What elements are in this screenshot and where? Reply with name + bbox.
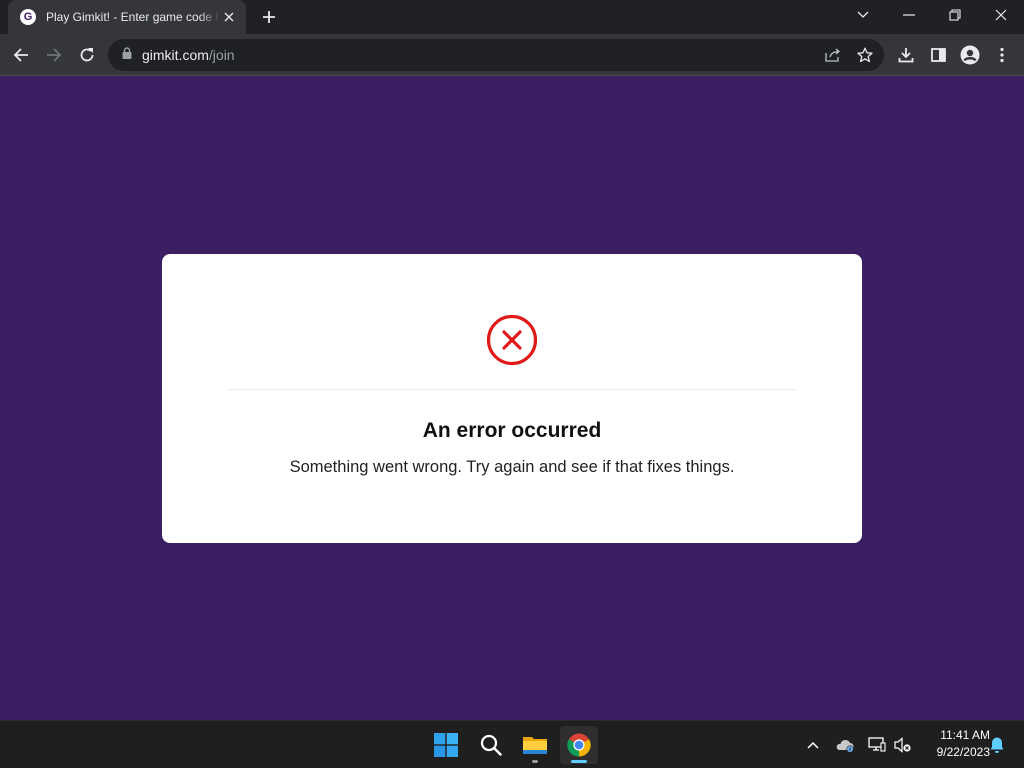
taskbar-search-button[interactable] bbox=[472, 726, 510, 764]
reload-button[interactable] bbox=[74, 42, 100, 68]
chrome-taskbar-button[interactable] bbox=[560, 726, 598, 764]
more-menu-icon[interactable] bbox=[989, 42, 1015, 68]
download-icon[interactable] bbox=[893, 42, 919, 68]
start-button[interactable] bbox=[427, 726, 465, 764]
side-panel-icon[interactable] bbox=[925, 42, 951, 68]
bookmark-star-icon[interactable] bbox=[852, 42, 878, 68]
show-hidden-icons-chevron-icon[interactable] bbox=[802, 734, 824, 756]
card-divider bbox=[228, 389, 796, 390]
search-icon bbox=[480, 734, 502, 756]
url-path: /join bbox=[208, 47, 235, 63]
back-button[interactable] bbox=[8, 42, 34, 68]
tab-close-icon[interactable] bbox=[220, 8, 238, 26]
lock-icon[interactable] bbox=[122, 46, 132, 64]
onedrive-cloud-icon[interactable] bbox=[834, 734, 856, 756]
share-icon[interactable] bbox=[820, 42, 846, 68]
url-host: gimkit.com bbox=[142, 47, 209, 63]
error-card: An error occurred Something went wrong. … bbox=[162, 254, 862, 543]
file-explorer-icon bbox=[523, 737, 547, 754]
browser-tab[interactable]: G Play Gimkit! - Enter game code here bbox=[8, 0, 246, 34]
notification-bell-icon[interactable] bbox=[986, 734, 1008, 756]
gimkit-favicon-icon: G bbox=[20, 9, 36, 25]
file-explorer-running-indicator bbox=[532, 760, 538, 763]
error-message: Something went wrong. Try again and see … bbox=[289, 458, 735, 476]
minimize-button[interactable] bbox=[886, 0, 932, 30]
system-clock[interactable]: 11:41 AM 9/22/2023 bbox=[918, 727, 990, 761]
volume-muted-icon[interactable] bbox=[892, 734, 914, 756]
error-x-circle-icon bbox=[486, 314, 538, 366]
file-explorer-button[interactable] bbox=[516, 726, 554, 764]
chrome-icon bbox=[567, 733, 591, 757]
close-window-button[interactable] bbox=[978, 0, 1024, 30]
clock-date: 9/22/2023 bbox=[936, 745, 990, 759]
address-bar[interactable]: gimkit.com/join bbox=[108, 39, 884, 71]
restore-button[interactable] bbox=[932, 0, 978, 30]
tab-title: Play Gimkit! - Enter game code here bbox=[46, 10, 221, 24]
windows-start-icon bbox=[434, 733, 458, 757]
windows-taskbar: 11:41 AM 9/22/2023 bbox=[0, 720, 1024, 768]
profile-avatar-icon[interactable] bbox=[957, 42, 983, 68]
forward-button[interactable] bbox=[41, 42, 67, 68]
error-title: An error occurred bbox=[422, 419, 602, 442]
chrome-active-indicator bbox=[571, 760, 587, 763]
clock-time: 11:41 AM bbox=[940, 728, 990, 742]
page-background: An error occurred Something went wrong. … bbox=[0, 77, 1024, 720]
network-icon[interactable] bbox=[866, 734, 888, 756]
new-tab-button[interactable] bbox=[258, 6, 280, 28]
browser-titlebar: G Play Gimkit! - Enter game code here bbox=[0, 0, 1024, 34]
browser-toolbar: gimkit.com/join bbox=[0, 34, 1024, 76]
tab-search-chevron-icon[interactable] bbox=[840, 0, 886, 30]
